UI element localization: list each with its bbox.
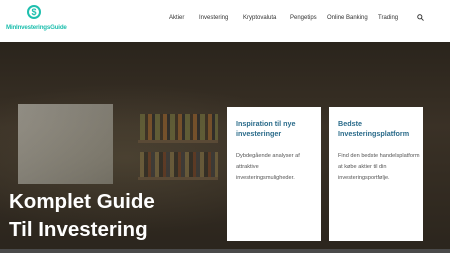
hero-title-line-2: Til Investering: [9, 218, 148, 241]
site-header: $ MinInvesteringsGuide Aktier Investerin…: [0, 0, 450, 42]
dollar-circle-icon: $: [27, 5, 41, 19]
nav-item-aktier[interactable]: Aktier: [169, 15, 184, 21]
card-text: Dybdegående analyser af attraktive inves…: [236, 153, 300, 181]
hero-section: Komplet Guide Til Investering Inspiratio…: [0, 42, 450, 253]
search-icon[interactable]: [417, 14, 424, 21]
card-title[interactable]: Bedste Investeringsplatform: [338, 119, 418, 139]
hero-title-line-1: Komplet Guide: [9, 190, 155, 213]
card-title[interactable]: Inspiration til nye investeringer: [236, 119, 316, 139]
nav-item-online-banking[interactable]: Online Banking: [327, 15, 368, 21]
nav-item-kryptovaluta[interactable]: Kryptovaluta: [243, 15, 276, 21]
card-inspiration[interactable]: Inspiration til nye investeringer Dybdeg…: [227, 107, 321, 241]
nav-item-pengetips[interactable]: Pengetips: [290, 15, 317, 21]
card-text: Find den bedste handelsplatform at købe …: [338, 153, 420, 181]
hero-background-window: [18, 104, 113, 184]
hero-background-shelf: [138, 140, 218, 143]
nav-item-trading[interactable]: Trading: [378, 15, 398, 21]
logo-text: MinInvesteringsGuide: [6, 24, 67, 31]
card-investment-platform[interactable]: Bedste Investeringsplatform Find den bed…: [329, 107, 423, 241]
site-logo[interactable]: $ MinInvesteringsGuide: [6, 5, 67, 37]
nav-item-investering[interactable]: Investering: [199, 15, 228, 21]
hero-title: Komplet Guide Til Investering: [9, 188, 155, 244]
bottom-strip: [0, 249, 450, 253]
hero-background-shelf-items-lower: [140, 152, 218, 177]
hero-background-shelf-lower: [138, 177, 218, 180]
hero-background-shelf-items: [140, 114, 218, 140]
